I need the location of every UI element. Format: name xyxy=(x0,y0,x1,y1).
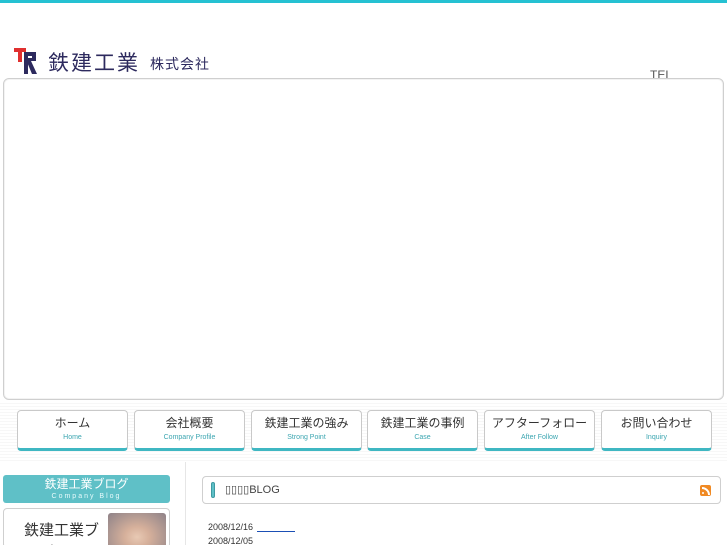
blog-panel-title: ▯▯▯▯BLOG xyxy=(225,484,280,496)
nav-label-en: Inquiry xyxy=(645,434,667,441)
nav-home-button[interactable]: ホーム Home xyxy=(17,410,128,451)
entry-date: 2008/12/16 xyxy=(208,522,254,532)
company-suffix: 株式会社 xyxy=(150,57,210,73)
nav-strong-point-button[interactable]: 鉄建工業の強み Strong Point xyxy=(251,410,362,451)
nav-label-ja: 会社概要 xyxy=(165,416,214,430)
rss-icon[interactable] xyxy=(700,485,711,496)
panel-marker-icon xyxy=(211,482,215,498)
blog-panel-header: ▯▯▯▯BLOG xyxy=(202,476,721,504)
blog-entry[interactable]: 2008/12/16 xyxy=(208,522,296,532)
nav-label-ja: アフターフォロー xyxy=(491,416,588,430)
logo-mark-icon xyxy=(14,48,37,74)
blog-banner-text: 鉄建工業ブログ xyxy=(24,521,100,545)
blog-entry[interactable]: 2008/12/05 xyxy=(208,536,257,545)
nav-label-en: Strong Point xyxy=(287,434,326,441)
blog-banner-photo xyxy=(108,513,166,545)
nav-label-ja: お問い合わせ xyxy=(620,416,693,430)
nav-after-follow-button[interactable]: アフターフォロー After Follow xyxy=(484,410,595,451)
site-logo[interactable]: 鉄建工業 株式会社 xyxy=(14,46,210,76)
sidebar-divider xyxy=(185,462,186,545)
blog-tab-label-en: Company Blog xyxy=(51,492,122,500)
entry-link[interactable] xyxy=(257,524,296,532)
page: 鉄建工業 株式会社 TEL ホーム Home 会社概要 Company Prof… xyxy=(0,0,727,545)
nav-company-profile-button[interactable]: 会社概要 Company Profile xyxy=(134,410,245,451)
nav-case-button[interactable]: 鉄建工業の事例 Case xyxy=(367,410,478,451)
sidebar-blog-tab[interactable]: 鉄建工業ブログ Company Blog xyxy=(3,475,170,503)
hero-image-area xyxy=(3,78,724,400)
company-name: 鉄建工業 xyxy=(48,51,140,75)
nav-inquiry-button[interactable]: お問い合わせ Inquiry xyxy=(601,410,712,451)
nav-label-en: Home xyxy=(63,434,82,441)
nav-label-en: Company Profile xyxy=(163,434,216,441)
nav-label-en: After Follow xyxy=(521,434,558,441)
entry-date: 2008/12/05 xyxy=(208,536,254,545)
top-accent-rule xyxy=(0,0,727,3)
nav-label-en: Case xyxy=(414,434,431,441)
nav-label-ja: 鉄建工業の強み xyxy=(264,416,349,430)
nav-label-ja: ホーム xyxy=(54,416,91,430)
blog-banner[interactable]: 鉄建工業ブログ xyxy=(3,508,170,545)
blog-tab-label-ja: 鉄建工業ブログ xyxy=(44,476,129,491)
nav-label-ja: 鉄建工業の事例 xyxy=(380,416,465,430)
